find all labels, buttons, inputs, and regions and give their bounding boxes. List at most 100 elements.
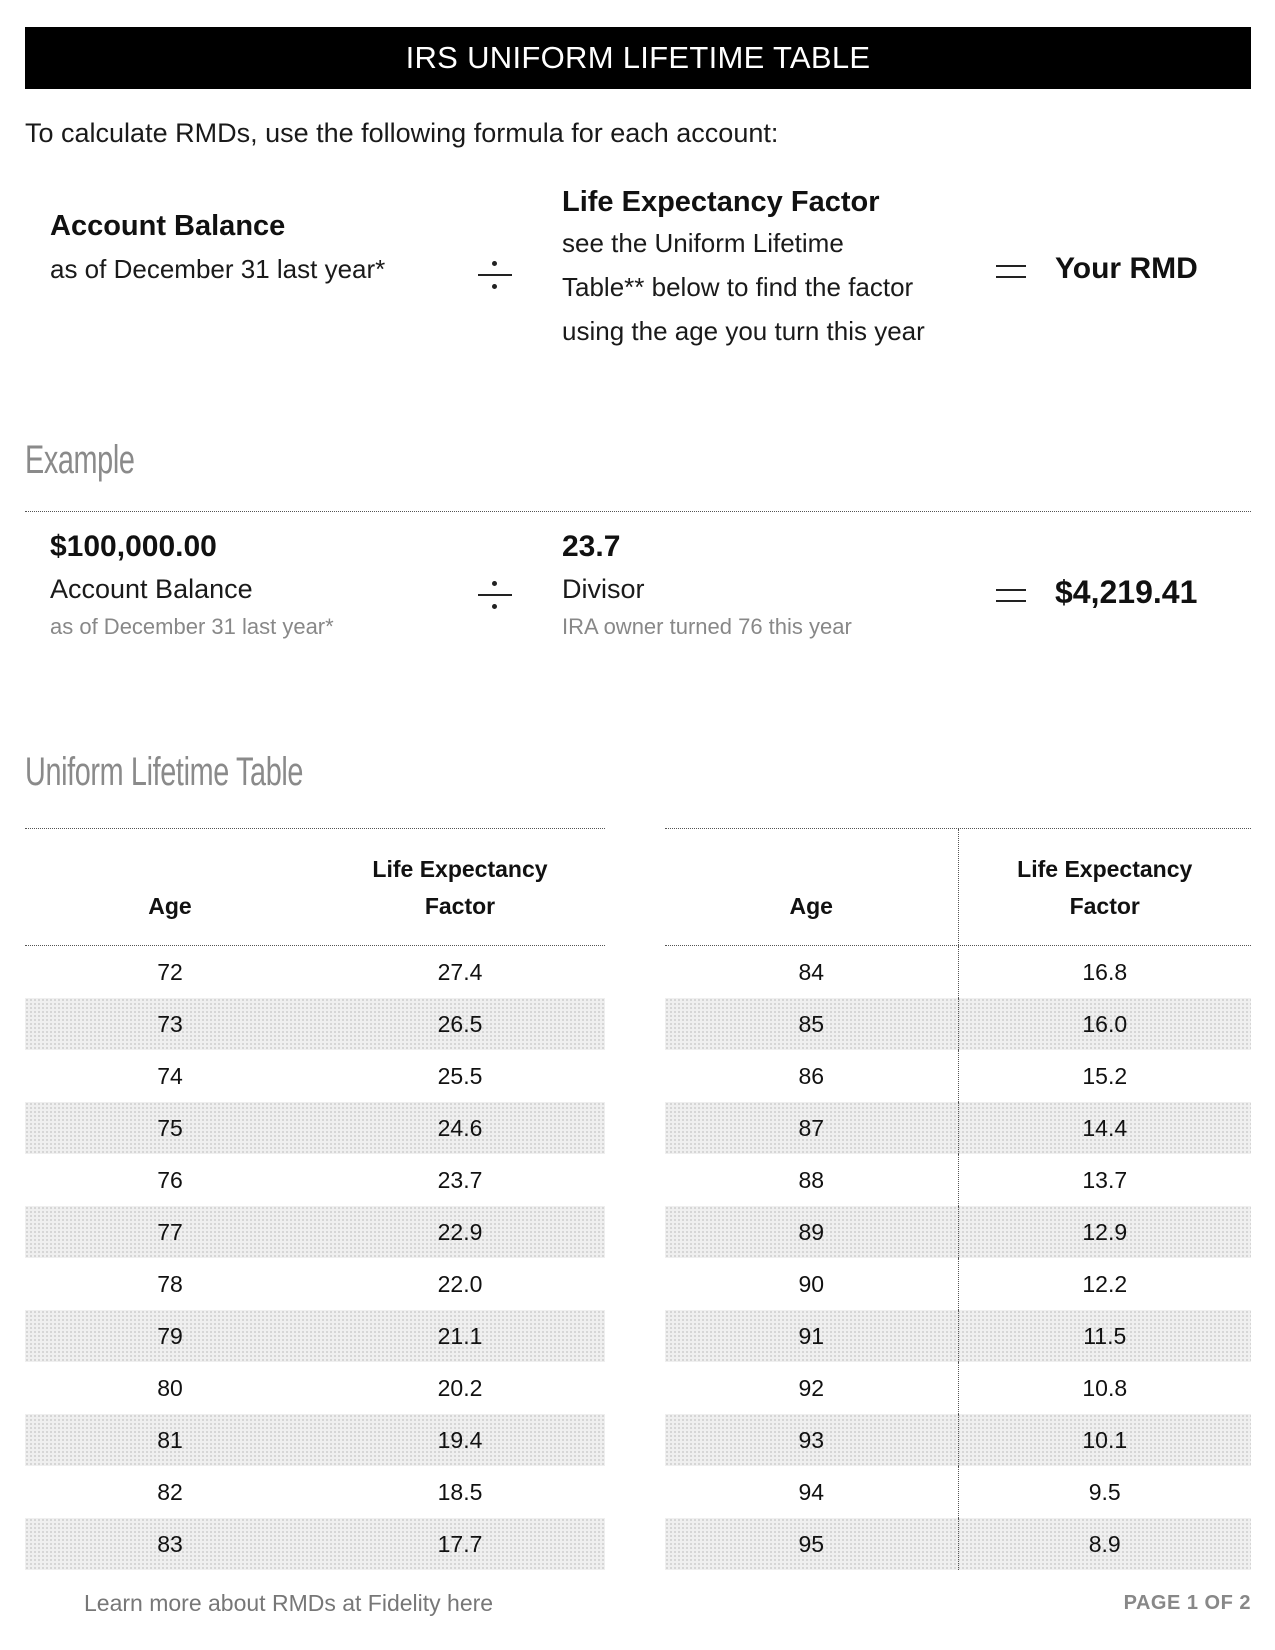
- table-row: 77 22.9: [25, 1206, 605, 1258]
- cell-factor: 26.5: [437, 1010, 483, 1037]
- intro-text: To calculate RMDs, use the following for…: [25, 118, 779, 148]
- cell-age: 95: [665, 1518, 959, 1570]
- page-number: PAGE 1 OF 2: [1123, 1592, 1251, 1614]
- formula-balance-subtitle: as of December 31 last year*: [50, 254, 386, 284]
- column-header-factor: Life Expectancy Factor: [1017, 856, 1193, 919]
- table-row: 72 27.4: [25, 946, 605, 998]
- cell-age: 75: [157, 1114, 183, 1141]
- example-heading: Example: [25, 438, 135, 482]
- example-balance-sub: as of December 31 last year*: [50, 614, 334, 639]
- table-row: 88 13.7: [665, 1154, 1251, 1206]
- table-row: 78 22.0: [25, 1258, 605, 1310]
- cell-factor: 25.5: [437, 1062, 483, 1089]
- example-divisor-label: Divisor: [562, 574, 645, 604]
- table-row: 89 12.9: [665, 1206, 1251, 1258]
- table-heading: Uniform Lifetime Table: [25, 750, 304, 794]
- table-row: 80 20.2: [25, 1362, 605, 1414]
- table-row: 74 25.5: [25, 1050, 605, 1102]
- formula-result: Your RMD: [1055, 252, 1198, 285]
- equals-icon: [996, 586, 1026, 606]
- cell-age: 89: [665, 1206, 959, 1258]
- learn-more-link[interactable]: Learn more about RMDs at Fidelity here: [84, 1590, 493, 1617]
- formula-factor-line: Table** below to find the factor: [562, 272, 914, 302]
- cell-age: 85: [665, 998, 959, 1050]
- example-balance: $100,000.00 Account Balance as of Decemb…: [50, 530, 334, 640]
- table-row: 93 10.1: [665, 1414, 1251, 1466]
- cell-age: 79: [157, 1322, 183, 1349]
- divide-icon: [478, 578, 512, 612]
- cell-age: 76: [157, 1166, 183, 1193]
- cell-factor: 24.6: [437, 1114, 483, 1141]
- table-header-row: Age Life Expectancy Factor: [665, 829, 1251, 946]
- column-header-factor: Life Expectancy Factor: [372, 856, 548, 919]
- rmd-formula: Account Balance as of December 31 last y…: [0, 180, 1275, 380]
- table-row: 81 19.4: [25, 1414, 605, 1466]
- cell-factor: 21.1: [437, 1322, 483, 1349]
- formula-balance-title: Account Balance: [50, 210, 286, 242]
- table-row: 95 8.9: [665, 1518, 1251, 1570]
- cell-factor: 16.8: [1082, 958, 1128, 985]
- equals-icon: [996, 262, 1026, 282]
- column-header-age: Age: [148, 893, 192, 919]
- lifetime-table-left: Age Life Expectancy Factor 72 27.4 73 26.5 74…: [25, 828, 605, 1570]
- cell-factor: 11.5: [1083, 1322, 1127, 1349]
- example-balance-label: Account Balance: [50, 574, 253, 604]
- table-row: 84 16.8: [665, 946, 1251, 998]
- table-row: 90 12.2: [665, 1258, 1251, 1310]
- cell-age: 84: [665, 946, 959, 998]
- cell-factor: 23.7: [437, 1166, 483, 1193]
- table-row: 85 16.0: [665, 998, 1251, 1050]
- page-header-banner: IRS UNIFORM LIFETIME TABLE: [25, 27, 1251, 89]
- cell-factor: 27.4: [437, 958, 483, 985]
- cell-age: 92: [665, 1362, 959, 1414]
- formula-account-balance: Account Balance as of December 31 last y…: [50, 210, 385, 291]
- example-divisor-value: 23.7: [562, 530, 621, 563]
- cell-factor: 14.4: [1082, 1114, 1128, 1141]
- cell-age: 81: [157, 1426, 183, 1453]
- cell-age: 93: [665, 1414, 959, 1466]
- cell-age: 88: [665, 1154, 959, 1206]
- example-divider: [25, 511, 1251, 512]
- cell-age: 73: [157, 1010, 183, 1037]
- cell-age: 78: [157, 1270, 183, 1297]
- cell-factor: 10.1: [1082, 1426, 1128, 1453]
- cell-age: 91: [665, 1310, 959, 1362]
- cell-factor: 19.4: [437, 1426, 483, 1453]
- divide-icon: [478, 258, 512, 292]
- table-row: 76 23.7: [25, 1154, 605, 1206]
- cell-age: 74: [157, 1062, 183, 1089]
- cell-factor: 13.7: [1082, 1166, 1128, 1193]
- cell-factor: 17.7: [437, 1530, 483, 1557]
- table-row: 94 9.5: [665, 1466, 1251, 1518]
- table-row: 73 26.5: [25, 998, 605, 1050]
- example-divisor-sub: IRA owner turned 76 this year: [562, 614, 852, 639]
- cell-factor: 16.0: [1082, 1010, 1128, 1037]
- lifetime-table-right: Age Life Expectancy Factor 84 16.8 85 16.0 86…: [665, 828, 1251, 1570]
- cell-age: 83: [157, 1530, 183, 1557]
- table-row: 83 17.7: [25, 1518, 605, 1570]
- cell-factor: 8.9: [1088, 1530, 1121, 1557]
- cell-age: 72: [157, 958, 183, 985]
- cell-factor: 9.5: [1088, 1478, 1121, 1505]
- example-result: $4,219.41: [1055, 574, 1198, 610]
- cell-factor: 12.2: [1082, 1270, 1128, 1297]
- cell-factor: 12.9: [1082, 1218, 1128, 1245]
- table-row: 75 24.6: [25, 1102, 605, 1154]
- cell-age: 86: [665, 1050, 959, 1102]
- table-row: 87 14.4: [665, 1102, 1251, 1154]
- table-row: 79 21.1: [25, 1310, 605, 1362]
- table-header-row: Age Life Expectancy Factor: [25, 829, 605, 946]
- formula-life-expectancy-factor: Life Expectancy Factor see the Uniform L…: [562, 186, 925, 353]
- cell-age: 77: [157, 1218, 183, 1245]
- table-body: 84 16.8 85 16.0 86 15.2 87 14.4 88 13.7 89 12.9 90 12…: [665, 946, 1251, 1570]
- table-row: 91 11.5: [665, 1310, 1251, 1362]
- example-balance-value: $100,000.00: [50, 530, 217, 563]
- cell-age: 87: [665, 1102, 959, 1154]
- cell-factor: 15.2: [1082, 1062, 1128, 1089]
- cell-age: 94: [665, 1466, 959, 1518]
- formula-factor-line: see the Uniform Lifetime: [562, 228, 844, 258]
- cell-age: 82: [157, 1478, 183, 1505]
- table-row: 82 18.5: [25, 1466, 605, 1518]
- cell-age: 80: [157, 1374, 183, 1401]
- cell-factor: 18.5: [437, 1478, 483, 1505]
